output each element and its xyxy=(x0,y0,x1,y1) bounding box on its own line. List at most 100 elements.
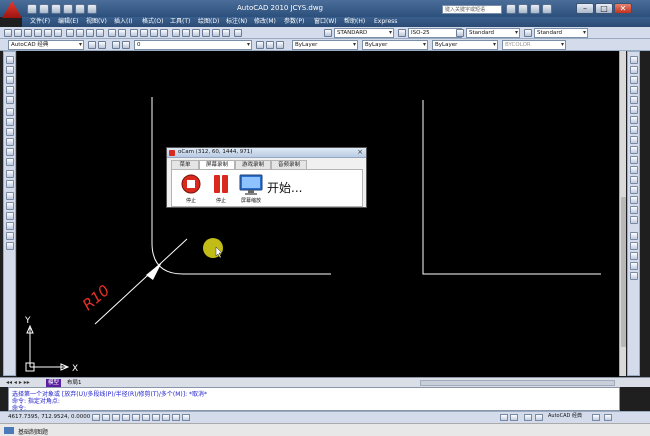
markup-icon[interactable] xyxy=(212,29,220,37)
workspace-switch-icon[interactable] xyxy=(535,414,543,421)
table-icon[interactable] xyxy=(6,232,14,240)
taskbar-app-icon[interactable] xyxy=(4,427,14,434)
clean-screen-icon[interactable] xyxy=(604,414,612,421)
rectangle-icon[interactable] xyxy=(6,96,14,104)
zoom-status-icon[interactable] xyxy=(510,414,518,421)
taskbar-item-label[interactable]: 基础制图题 xyxy=(18,427,48,436)
dim-aligned-icon[interactable] xyxy=(630,242,638,250)
command-window[interactable]: 选择第一个对象或 [放弃(U)/多段线(P)/半径(R)/修剪(T)/多个(M)… xyxy=(8,387,620,412)
object-snap-icon[interactable] xyxy=(132,414,140,421)
menu-file[interactable]: 文件(F) xyxy=(30,17,50,27)
make-block-icon[interactable] xyxy=(6,180,14,188)
copy-icon[interactable] xyxy=(76,29,84,37)
redo-icon[interactable] xyxy=(118,29,126,37)
horizontal-scrollbar[interactable] xyxy=(420,380,615,386)
menu-edit[interactable]: 编辑(E) xyxy=(58,17,78,27)
dim-style-icon[interactable] xyxy=(398,29,406,37)
polygon-icon[interactable] xyxy=(6,86,14,94)
line-icon[interactable] xyxy=(6,56,14,64)
workspace-select[interactable]: AutoCAD 经典 xyxy=(8,40,84,50)
pan-icon[interactable] xyxy=(130,29,138,37)
workspace-save-icon[interactable] xyxy=(98,41,106,49)
text-style-icon[interactable] xyxy=(324,29,332,37)
minimize-button[interactable]: – xyxy=(576,3,594,14)
dim-angular-icon[interactable] xyxy=(630,272,638,280)
scrollbar-thumb[interactable] xyxy=(621,197,626,347)
quickcalc-icon[interactable] xyxy=(222,29,230,37)
plot-icon[interactable] xyxy=(87,4,97,14)
table-style-select[interactable]: Standard xyxy=(466,28,520,38)
menu-tools[interactable]: 工具(T) xyxy=(170,17,190,27)
autocad-logo-icon[interactable] xyxy=(2,1,22,18)
break-icon[interactable] xyxy=(630,176,638,184)
scale-icon[interactable] xyxy=(630,126,638,134)
dynamic-input-icon[interactable] xyxy=(162,414,170,421)
layer-manager-icon[interactable] xyxy=(112,41,120,49)
close-button[interactable]: ✕ xyxy=(614,3,632,14)
menu-help[interactable]: 帮助(H) xyxy=(344,17,365,27)
table-style-icon[interactable] xyxy=(456,29,464,37)
ocam-screen-button[interactable]: 屏幕缩放 xyxy=(238,174,264,204)
open-icon[interactable] xyxy=(14,29,22,37)
coordinate-readout[interactable]: 4617.7395, 712.9524, 0.0000 xyxy=(8,414,90,420)
dim-style-select[interactable]: ISO-25 xyxy=(408,28,462,38)
dim-linear-icon[interactable] xyxy=(630,232,638,240)
object-snap-tracking-icon[interactable] xyxy=(142,414,150,421)
new-file-icon[interactable] xyxy=(27,4,37,14)
menu-format[interactable]: 格式(O) xyxy=(142,17,163,27)
spline-icon[interactable] xyxy=(6,138,14,146)
zoom-realtime-icon[interactable] xyxy=(140,29,148,37)
vertical-scrollbar[interactable] xyxy=(619,51,626,376)
move-icon[interactable] xyxy=(630,106,638,114)
workspace-settings-icon[interactable] xyxy=(88,41,96,49)
menu-draw[interactable]: 绘图(D) xyxy=(198,17,219,27)
menu-window[interactable]: 窗口(W) xyxy=(314,17,337,27)
redo-icon[interactable] xyxy=(75,4,85,14)
favorites-icon[interactable] xyxy=(530,4,540,14)
make-current-layer-icon[interactable] xyxy=(256,41,264,49)
ocam-title-bar[interactable]: oCam (312, 60, 1444, 971) × xyxy=(167,148,366,158)
match-prop-icon[interactable] xyxy=(96,29,104,37)
help-icon[interactable] xyxy=(234,29,242,37)
menu-modify[interactable]: 修改(M) xyxy=(254,17,276,27)
arc-icon[interactable] xyxy=(6,108,14,116)
text-style-select[interactable]: STANDARD xyxy=(334,28,394,38)
dim-radius-icon[interactable] xyxy=(630,252,638,260)
ocam-pause-button[interactable]: 停止 xyxy=(210,174,232,204)
break-at-point-icon[interactable] xyxy=(630,166,638,174)
tab-nav-arrows[interactable]: ◂◂ ◂ ▸ ▸▸ xyxy=(6,379,30,386)
insert-block-icon[interactable] xyxy=(6,170,14,178)
snap-mode-icon[interactable] xyxy=(92,414,100,421)
sheet-set-icon[interactable] xyxy=(202,29,210,37)
polar-tracking-icon[interactable] xyxy=(122,414,130,421)
qnew-icon[interactable] xyxy=(4,29,12,37)
ellipse-icon[interactable] xyxy=(6,148,14,156)
workspace-status-select[interactable]: AutoCAD 经典 xyxy=(546,413,586,422)
extend-icon[interactable] xyxy=(630,156,638,164)
ellipse-arc-icon[interactable] xyxy=(6,158,14,166)
fillet-icon[interactable] xyxy=(630,206,638,214)
copy-object-icon[interactable] xyxy=(630,66,638,74)
rotate-icon[interactable] xyxy=(630,116,638,124)
lineweight-select[interactable]: ByLayer xyxy=(432,40,498,50)
point-icon[interactable] xyxy=(6,192,14,200)
publish-icon[interactable] xyxy=(54,29,62,37)
search-input[interactable]: 键入关键字或短语 xyxy=(442,5,502,14)
paste-icon[interactable] xyxy=(86,29,94,37)
explode-icon[interactable] xyxy=(630,216,638,224)
ocam-close-button[interactable]: × xyxy=(357,148,363,156)
save-icon[interactable] xyxy=(24,29,32,37)
tab-model[interactable]: 模型 xyxy=(46,379,62,387)
pan-status-icon[interactable] xyxy=(500,414,508,421)
construction-line-icon[interactable] xyxy=(6,66,14,74)
undo-icon[interactable] xyxy=(63,4,73,14)
undo-icon[interactable] xyxy=(108,29,116,37)
offset-icon[interactable] xyxy=(630,86,638,94)
quick-properties-icon[interactable] xyxy=(182,414,190,421)
tool-palettes-icon[interactable] xyxy=(192,29,200,37)
drawing-canvas[interactable]: R10 Y X xyxy=(17,51,619,377)
chamfer-icon[interactable] xyxy=(630,196,638,204)
menu-express[interactable]: Express xyxy=(374,17,397,27)
stretch-icon[interactable] xyxy=(630,136,638,144)
plotstyle-select[interactable]: BYCOLOR xyxy=(502,40,566,50)
